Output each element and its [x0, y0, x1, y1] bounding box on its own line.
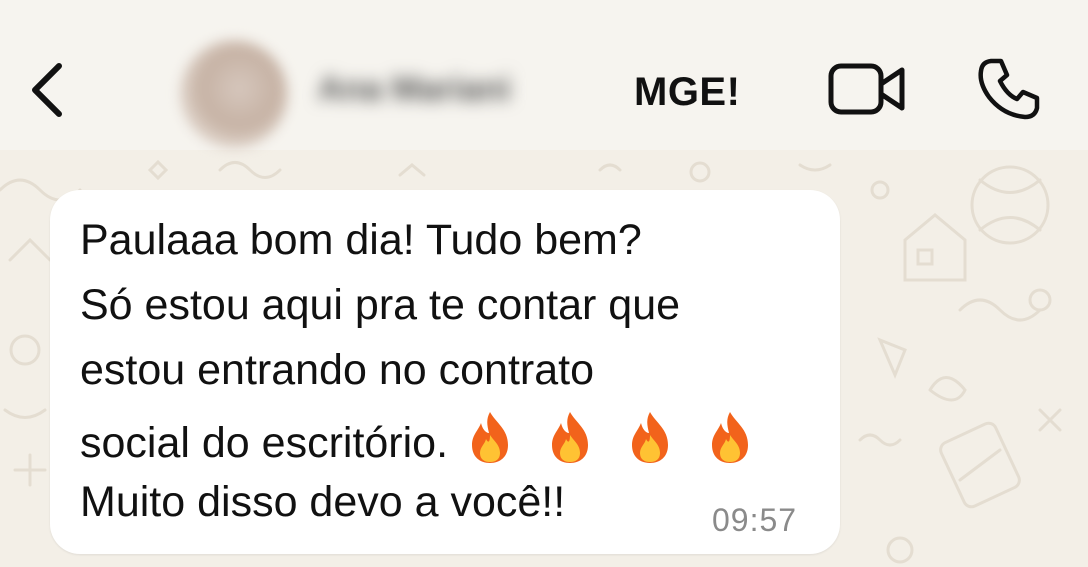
fire-emoji-icon [631, 412, 668, 463]
contact-avatar[interactable] [180, 40, 288, 148]
contact-tag[interactable]: MGE! [634, 70, 740, 115]
message-line: estou entrando no contrato [80, 346, 594, 394]
message-line: Muito disso devo a você!! [80, 478, 566, 526]
voice-call-button[interactable] [974, 56, 1044, 122]
video-camera-icon [828, 63, 905, 115]
chat-screen: Ana Mariani MGE! Paulaaa bom dia! Tudo b… [0, 0, 1088, 567]
contact-name[interactable]: Ana Mariani [318, 70, 511, 110]
chevron-left-icon [32, 63, 62, 117]
chat-header [0, 0, 1088, 150]
message-timestamp: 09:57 [712, 502, 798, 538]
phone-icon [978, 58, 1040, 120]
message-line: Só estou aqui pra te contar que [80, 281, 681, 329]
fire-emoji-group [462, 409, 770, 477]
fire-emoji-icon [711, 412, 748, 463]
fire-emoji-icon [472, 412, 509, 463]
message-line-with-emoji: social do escritório. [80, 409, 770, 477]
video-call-button[interactable] [826, 58, 910, 120]
fire-emoji-icon [552, 412, 588, 463]
message-line: Paulaaa bom dia! Tudo bem? [80, 216, 642, 264]
message-text: social do escritório. [80, 419, 449, 467]
back-button[interactable] [22, 55, 72, 125]
